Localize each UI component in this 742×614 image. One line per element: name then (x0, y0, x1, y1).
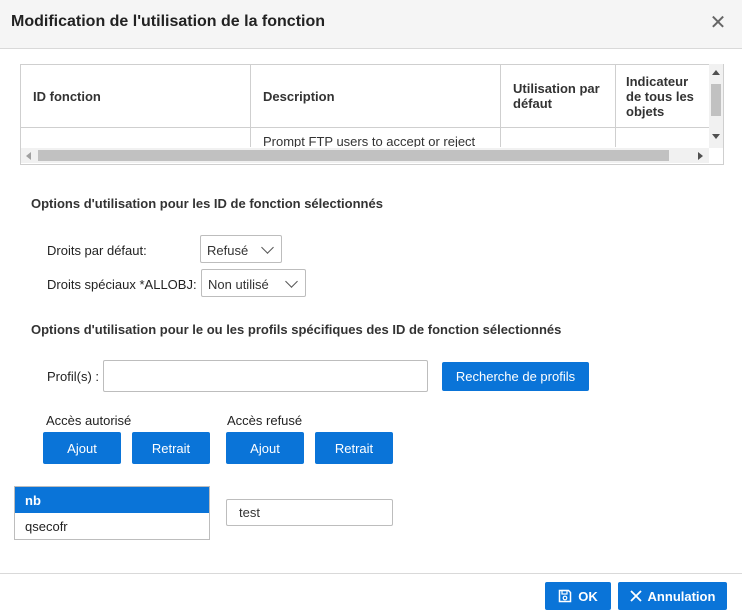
list-item[interactable]: nb (15, 487, 209, 513)
chevron-down-icon (285, 275, 298, 288)
denied-add-button[interactable]: Ajout (226, 432, 304, 464)
cell-id (21, 127, 251, 147)
denied-remove-button[interactable]: Retrait (315, 432, 393, 464)
close-icon (629, 590, 642, 602)
column-header-id[interactable]: ID fonction (21, 65, 251, 127)
cancel-label: Annulation (647, 588, 716, 604)
column-header-description[interactable]: Description (251, 65, 501, 127)
save-icon (559, 589, 572, 603)
special-rights-select[interactable]: Non utilisé (201, 269, 306, 297)
table-header: ID fonction Description Utilisation par … (21, 64, 709, 128)
column-header-all-objects[interactable]: Indicateur de tous les objets (616, 65, 709, 127)
scroll-down-icon[interactable] (712, 134, 720, 139)
allowed-add-button[interactable]: Ajout (43, 432, 121, 464)
dialog-header: Modification de l'utilisation de la fonc… (0, 0, 742, 49)
ok-button[interactable]: OK (545, 582, 611, 610)
search-profiles-button[interactable]: Recherche de profils (442, 362, 589, 391)
chevron-down-icon (261, 241, 274, 254)
close-icon[interactable]: ✕ (708, 12, 728, 34)
vertical-scrollbar[interactable] (709, 64, 723, 148)
cell-default-usage (501, 127, 616, 147)
cancel-button[interactable]: Annulation (618, 582, 727, 610)
cell-description: Prompt FTP users to accept or reject (251, 127, 501, 147)
special-rights-value: Non utilisé (208, 277, 269, 292)
function-table: ID fonction Description Utilisation par … (20, 64, 724, 165)
default-rights-value: Refusé (207, 243, 249, 258)
dialog-footer: OK Annulation (0, 573, 742, 614)
list-item[interactable]: qsecofr (15, 513, 209, 539)
profiles-options-heading: Options d'utilisation pour le ou les pro… (31, 322, 562, 337)
vertical-scroll-thumb[interactable] (711, 84, 721, 116)
allowed-profiles-list[interactable]: nb qsecofr (14, 486, 210, 540)
default-rights-label: Droits par défaut: (47, 243, 147, 258)
dialog-title: Modification de l'utilisation de la fonc… (11, 13, 326, 30)
scroll-right-icon[interactable] (698, 152, 703, 160)
cell-all-objects (616, 127, 709, 147)
denied-access-label: Accès refusé (227, 413, 303, 428)
selected-options-heading: Options d'utilisation pour les ID de fon… (31, 196, 383, 211)
column-header-default-usage[interactable]: Utilisation par défaut (501, 65, 616, 127)
ok-label: OK (578, 588, 598, 604)
allowed-access-label: Accès autorisé (46, 413, 132, 428)
table-row[interactable]: Prompt FTP users to accept or reject (21, 127, 709, 147)
profiles-input[interactable] (103, 360, 428, 392)
special-rights-label: Droits spéciaux *ALLOBJ: (47, 277, 197, 292)
horizontal-scrollbar[interactable] (21, 148, 709, 163)
horizontal-scroll-thumb[interactable] (38, 150, 669, 161)
denied-profiles-list[interactable]: test (226, 499, 393, 526)
scroll-up-icon[interactable] (712, 70, 720, 75)
default-rights-select[interactable]: Refusé (200, 235, 282, 263)
allowed-remove-button[interactable]: Retrait (132, 432, 210, 464)
profiles-label: Profil(s) : (47, 369, 99, 384)
scroll-left-icon[interactable] (26, 152, 31, 160)
